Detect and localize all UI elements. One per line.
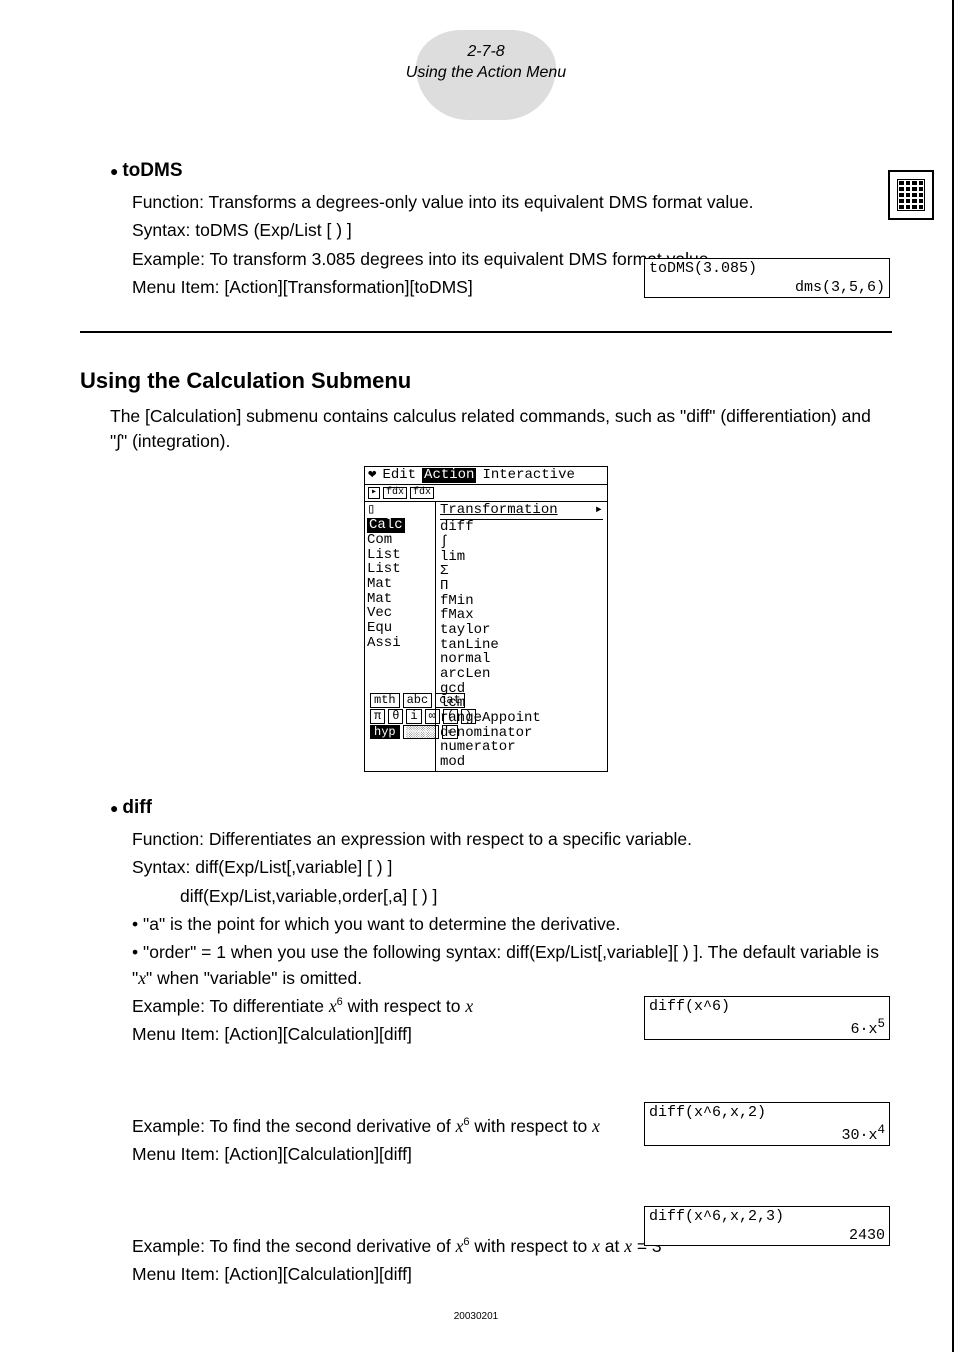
submenu-item: ∫ — [440, 535, 603, 550]
menu-item: Equ — [367, 621, 433, 636]
menu-action: Action — [422, 468, 476, 483]
submenu-item: mod — [440, 755, 603, 770]
section-divider — [80, 331, 892, 333]
calculator-menu-screenshot: ❤ Edit Action Interactive ▸ fdx fdx ▯ Ca… — [364, 466, 608, 772]
softkey: θ — [388, 709, 403, 724]
submenu-item: Π — [440, 579, 603, 594]
chevron-right-icon: ▸ — [595, 503, 603, 518]
menu-item: List — [367, 548, 433, 563]
menu-edit: Edit — [382, 468, 416, 483]
tool-icon: ▸ — [368, 487, 380, 500]
todms-calc-output: toDMS(3.085) dms(3,5,6) — [644, 258, 890, 298]
todms-heading: toDMS — [110, 160, 892, 182]
submenu-item: lim — [440, 550, 603, 565]
calc-input: diff(x^6) — [645, 997, 889, 1016]
submenu-item: normal — [440, 652, 603, 667]
menu-left-column: ▯ Calc Com List List Mat Mat Vec Equ Ass… — [365, 502, 436, 770]
submenu-item: diff — [440, 520, 603, 535]
diff-calc1: diff(x^6) 6·x5 — [644, 996, 890, 1040]
tool-icon: fdx — [410, 487, 434, 500]
diff-syntax1: Syntax: diff(Exp/List[,variable] [ ) ] — [132, 855, 892, 880]
menu-heart-icon: ❤ — [368, 468, 376, 483]
calc-result: 2430 — [645, 1226, 889, 1245]
page-header: 2-7-8 Using the Action Menu — [416, 30, 556, 120]
menu-item: List — [367, 562, 433, 577]
softkey: i — [406, 709, 421, 724]
section-todms: toDMS Function: Transforms a degrees-onl… — [110, 160, 892, 301]
softkey: abc — [403, 693, 433, 708]
menu-item: Mat — [367, 592, 433, 607]
menu-item: Mat — [367, 577, 433, 592]
diff-menu3: Menu Item: [Action][Calculation][diff] — [132, 1262, 892, 1287]
menu-item: Assi — [367, 636, 433, 651]
diff-syntax2: diff(Exp/List,variable,order[,a] [ ) ] — [180, 884, 892, 909]
menu-item: Com — [367, 533, 433, 548]
calc-input: toDMS(3.085) — [645, 259, 889, 278]
todms-function: Function: Transforms a degrees-only valu… — [132, 190, 892, 215]
softkey: mth — [370, 693, 400, 708]
diff-heading: diff — [110, 797, 892, 819]
submenu-top: Transformation▸ — [440, 503, 603, 520]
menu-columns: ▯ Calc Com List List Mat Mat Vec Equ Ass… — [365, 502, 607, 770]
diff-calc3: diff(x^6,x,2,3) 2430 — [644, 1206, 890, 1246]
menu-item: Calc — [367, 518, 405, 533]
page-title: Using the Action Menu — [376, 63, 596, 84]
toolbar-row: ▸ fdx fdx — [365, 485, 607, 503]
submenu-item: tanLine — [440, 638, 603, 653]
section-diff: diff Function: Differentiates an express… — [110, 797, 892, 1288]
menubar: ❤ Edit Action Interactive — [365, 467, 607, 485]
menu-item: Vec — [367, 606, 433, 621]
calculator-tab-icon — [888, 170, 934, 220]
submenu-item: fMin — [440, 594, 603, 609]
submenu-heading: Using the Calculation Submenu — [80, 368, 892, 394]
submenu-item: numerator — [440, 740, 603, 755]
diff-function: Function: Differentiates an expression w… — [132, 827, 892, 852]
diff-note-a: "a" is the point for which you want to d… — [132, 912, 892, 937]
diff-calc2: diff(x^6,x,2) 30·x4 — [644, 1102, 890, 1146]
calc-result: 6·x5 — [645, 1016, 889, 1039]
tool-icon: fdx — [383, 487, 407, 500]
submenu-item: rangeAppoint — [440, 711, 603, 726]
page: 2-7-8 Using the Action Menu toDMS Functi… — [0, 0, 954, 1352]
footer-date: 20030201 — [0, 1311, 952, 1322]
calc-input: diff(x^6,x,2,3) — [645, 1207, 889, 1226]
calc-input: diff(x^6,x,2) — [645, 1103, 889, 1122]
submenu-item: fMax — [440, 608, 603, 623]
page-number: 2-7-8 — [416, 42, 556, 63]
calc-result: dms(3,5,6) — [645, 278, 889, 297]
submenu-item: Σ — [440, 564, 603, 579]
softkey: π — [370, 709, 385, 724]
submenu-item: denominator — [440, 726, 603, 741]
todms-syntax: Syntax: toDMS (Exp/List [ ) ] — [132, 218, 892, 243]
submenu-item: lcm — [440, 696, 603, 711]
diff-note-order: "order" = 1 when you use the following s… — [132, 940, 892, 991]
softkey-hyp: hyp — [370, 725, 400, 740]
calc-result: 30·x4 — [645, 1122, 889, 1145]
menu-right-column: Transformation▸ diff ∫ lim Σ Π fMin fMax… — [436, 502, 607, 770]
submenu-item: gcd — [440, 682, 603, 697]
menu-interactive: Interactive — [482, 468, 574, 483]
submenu-item: arcLen — [440, 667, 603, 682]
softkey: ░░░░ — [403, 725, 440, 740]
keypad-icon — [897, 179, 925, 211]
submenu-item: taylor — [440, 623, 603, 638]
submenu-intro: The [Calculation] submenu contains calcu… — [110, 404, 892, 455]
